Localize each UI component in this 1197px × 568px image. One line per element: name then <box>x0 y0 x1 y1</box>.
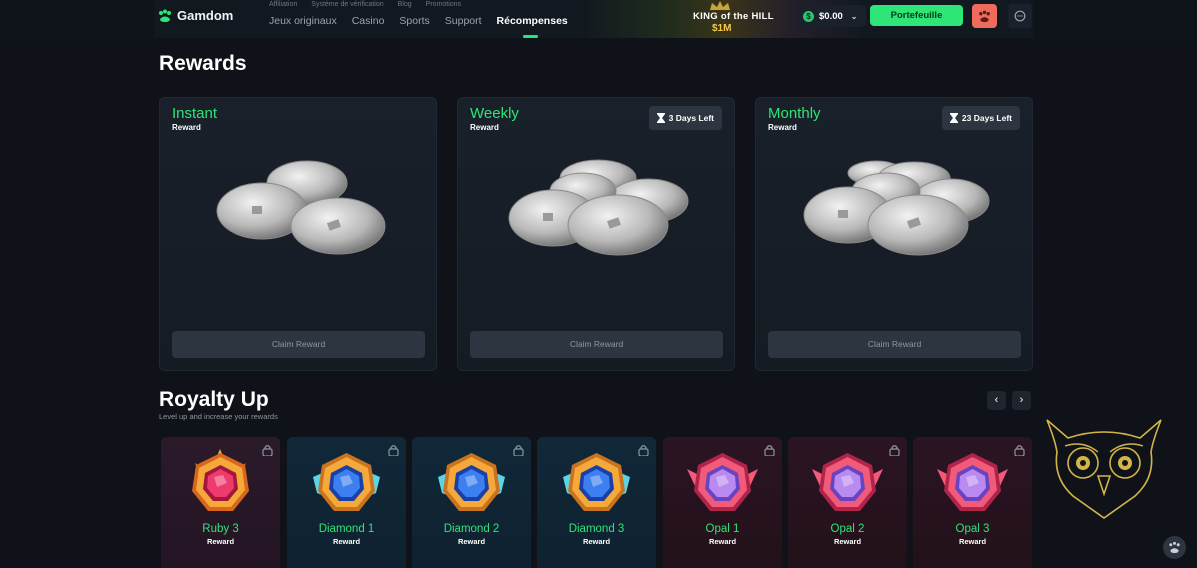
rank-name: Opal 3 <box>955 523 990 535</box>
balance-selector[interactable]: $ $0.00 ⌄ <box>798 5 866 27</box>
claim-reward-button[interactable]: Claim Reward <box>768 331 1021 358</box>
rank-subtitle: Reward <box>582 537 611 546</box>
royalty-subtitle: Level up and increase your rewards <box>159 412 278 421</box>
rank-subtitle: Reward <box>457 537 486 546</box>
hourglass-icon <box>949 113 958 123</box>
wallet-button[interactable]: Portefeuille <box>870 5 963 26</box>
active-nav-indicator <box>523 35 538 38</box>
primary-nav: Jeux originaux Casino Sports Support Réc… <box>269 15 568 27</box>
subnav-verification[interactable]: Système de vérification <box>311 1 383 8</box>
rank-card-opal-2[interactable]: Opal 2 Reward <box>788 437 907 568</box>
royalty-title: Royalty Up <box>159 388 269 411</box>
silver-coins-icon <box>508 159 689 256</box>
paw-icon <box>979 10 990 22</box>
nav-sports[interactable]: Sports <box>399 15 429 27</box>
rank-card-opal-1[interactable]: Opal 1 Reward <box>663 437 782 568</box>
paw-icon <box>1169 541 1180 554</box>
reward-card-weekly: Weekly Reward 3 Days Left Claim Reward <box>457 97 735 371</box>
lock-icon <box>262 445 273 456</box>
lock-icon <box>764 445 775 456</box>
brand-logo[interactable]: Gamdom <box>158 8 233 23</box>
rank-card-diamond-2[interactable]: Diamond 2 Reward <box>412 437 531 568</box>
rank-name: Opal 1 <box>705 523 740 535</box>
nav-casino[interactable]: Casino <box>352 15 385 27</box>
carousel-prev-button[interactable]: ‹ <box>987 391 1006 410</box>
rank-name: Ruby 3 <box>202 523 239 535</box>
rank-subtitle: Reward <box>332 537 361 546</box>
crown-icon <box>710 1 730 10</box>
rank-badge-icon <box>687 453 758 511</box>
dollar-coin-icon: $ <box>803 10 814 22</box>
lock-icon <box>1014 445 1025 456</box>
days-left-text: 3 Days Left <box>668 113 714 123</box>
rank-subtitle: Reward <box>833 537 862 546</box>
rank-card-diamond-1[interactable]: Diamond 1 Reward <box>287 437 406 568</box>
rank-badge-icon <box>812 453 883 511</box>
support-button[interactable] <box>1163 536 1186 559</box>
rank-badge-icon <box>438 453 505 511</box>
lock-icon <box>513 445 524 456</box>
days-left-badge: 3 Days Left <box>648 106 722 130</box>
balance-amount: $0.00 <box>819 10 843 22</box>
owl-logo-icon <box>1046 419 1162 519</box>
rank-card-opal-3[interactable]: Opal 3 Reward <box>913 437 1032 568</box>
card-title: Weekly <box>470 105 519 122</box>
silver-coins-icon <box>803 160 990 256</box>
rank-subtitle: Reward <box>206 537 235 546</box>
nav-rewards[interactable]: Récompenses <box>497 15 568 27</box>
reward-card-instant: Instant Reward Claim Reward <box>159 97 437 371</box>
rank-card-diamond-3[interactable]: Diamond 3 Reward <box>537 437 656 568</box>
promo-amount: $1M <box>712 23 732 34</box>
paw-logo-icon <box>159 9 171 22</box>
rank-name: Diamond 2 <box>443 523 500 535</box>
reward-card-monthly: Monthly Reward 23 Days Left Claim Reward <box>755 97 1033 371</box>
lock-icon <box>388 445 399 456</box>
days-left-badge: 23 Days Left <box>941 106 1020 130</box>
rank-name: Diamond 1 <box>318 523 375 535</box>
card-subtitle: Reward <box>172 123 201 132</box>
subnav-promotions[interactable]: Promotions <box>426 1 461 8</box>
rank-name: Opal 2 <box>830 523 865 535</box>
chat-button[interactable] <box>1008 4 1032 28</box>
rewards-title: Rewards <box>159 52 247 75</box>
rank-badge-icon <box>192 449 249 511</box>
carousel-next-button[interactable]: › <box>1012 391 1031 410</box>
subnav-blog[interactable]: Blog <box>398 1 412 8</box>
chat-icon <box>1014 10 1026 22</box>
chevron-down-icon: ⌄ <box>850 11 858 21</box>
avatar-button[interactable] <box>972 4 997 28</box>
rank-subtitle: Reward <box>958 537 987 546</box>
lock-icon <box>638 445 649 456</box>
subnav-affiliation[interactable]: Affiliation <box>269 1 297 8</box>
rank-name: Diamond 3 <box>568 523 625 535</box>
rank-subtitle: Reward <box>708 537 737 546</box>
nav-support[interactable]: Support <box>445 15 482 27</box>
card-subtitle: Reward <box>470 123 499 132</box>
rank-badge-icon <box>313 453 380 511</box>
silver-coins-icon <box>216 160 386 255</box>
nav-original-games[interactable]: Jeux originaux <box>269 15 337 27</box>
rank-badge-icon <box>937 453 1008 511</box>
claim-reward-button[interactable]: Claim Reward <box>172 331 425 358</box>
card-subtitle: Reward <box>768 123 797 132</box>
secondary-nav: Affiliation Système de vérification Blog… <box>269 1 461 8</box>
days-left-text: 23 Days Left <box>961 113 1012 123</box>
rank-badge-icon <box>563 453 630 511</box>
rank-card-ruby-3[interactable]: Ruby 3 Reward <box>161 437 280 568</box>
claim-reward-button[interactable]: Claim Reward <box>470 331 723 358</box>
brand-name: Gamdom <box>177 8 234 23</box>
card-title: Instant <box>172 105 218 122</box>
promo-title: KING of the HILL <box>693 11 774 22</box>
lock-icon <box>889 445 900 456</box>
hourglass-icon <box>656 113 665 123</box>
card-title: Monthly <box>768 105 821 122</box>
